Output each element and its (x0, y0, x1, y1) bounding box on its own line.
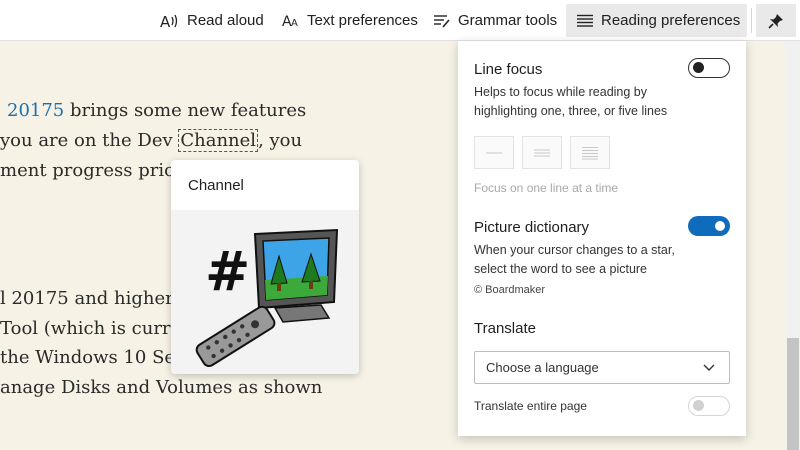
line-focus-description: Helps to focus while reading by highligh… (474, 85, 668, 118)
pin-icon (768, 13, 783, 29)
one-line-icon (486, 152, 502, 153)
toggle-knob (693, 62, 704, 73)
selected-word[interactable]: Channel (178, 129, 259, 152)
translate-title: Translate (474, 320, 536, 337)
picture-dictionary-popup: Channel # (171, 160, 359, 374)
svg-text:A: A (291, 18, 298, 29)
picture-dictionary-credit: © Boardmaker (474, 284, 546, 296)
three-lines-icon (534, 149, 550, 156)
article-line: ment progress prior (0, 160, 184, 181)
article-line: the Windows 10 Set (0, 347, 183, 368)
article-text: , you (258, 130, 303, 151)
language-select-value: Choose a language (486, 360, 599, 375)
read-aloud-icon: A (160, 13, 178, 30)
reader-toolbar: A Read aloud A A Text preferences Gramma… (0, 0, 800, 41)
reading-preferences-button[interactable]: Reading preferences (566, 4, 747, 37)
focus-one-line-button[interactable] (474, 136, 514, 169)
language-select[interactable]: Choose a language (474, 351, 730, 384)
article-line: Tool (which is curren (0, 318, 193, 339)
line-focus-toggle[interactable] (688, 58, 730, 78)
pin-toolbar-button[interactable] (756, 4, 796, 37)
text-size-icon: A A (282, 14, 298, 30)
channel-picture: # (171, 210, 359, 374)
article-line: l 20175 and higher, y (0, 288, 194, 309)
toggle-knob (693, 400, 704, 411)
article-line: anage Disks and Volumes as shown (0, 377, 323, 398)
grammar-tools-label: Grammar tools (458, 12, 558, 29)
toolbar-divider (751, 8, 752, 33)
read-aloud-button[interactable]: A Read aloud (150, 4, 274, 37)
toggle-knob (715, 221, 725, 231)
text-preferences-button[interactable]: A A Text preferences (272, 4, 428, 37)
translate-entire-page-label: Translate entire page (474, 399, 587, 413)
picture-dictionary-title: Picture dictionary (474, 219, 590, 236)
line-focus-title: Line focus (474, 61, 543, 78)
five-lines-icon (582, 146, 598, 159)
article-text: brings some new features (64, 100, 307, 121)
svg-text:A: A (160, 13, 171, 30)
reading-preferences-icon (577, 14, 593, 27)
picture-dictionary-toggle[interactable] (688, 216, 730, 236)
article-text: you are on the Dev (0, 130, 179, 151)
chevron-down-icon (703, 364, 715, 371)
focus-five-lines-button[interactable] (570, 136, 610, 169)
text-preferences-label: Text preferences (307, 12, 418, 29)
line-focus-hint: Focus on one line at a time (474, 181, 619, 195)
build-link[interactable]: 20175 (7, 100, 64, 121)
scrollbar-thumb[interactable] (787, 338, 799, 450)
reading-preferences-label: Reading preferences (601, 12, 741, 29)
grammar-tools-icon (434, 14, 450, 28)
tv-remote-illustration: # (195, 228, 339, 368)
popup-word-title: Channel (188, 177, 244, 194)
svg-text:#: # (205, 240, 250, 303)
focus-three-lines-button[interactable] (522, 136, 562, 169)
read-aloud-label: Read aloud (187, 12, 264, 29)
picture-dictionary-description: When your cursor changes to a star, sele… (474, 243, 675, 276)
translate-entire-page-toggle[interactable] (688, 396, 730, 416)
article-line: 20175 brings some new features (7, 100, 306, 121)
article-line: you are on the Dev Channel, you (0, 129, 303, 152)
grammar-tools-button[interactable]: Grammar tools (423, 4, 567, 37)
reading-preferences-panel: Line focus Helps to focus while reading … (458, 41, 746, 436)
